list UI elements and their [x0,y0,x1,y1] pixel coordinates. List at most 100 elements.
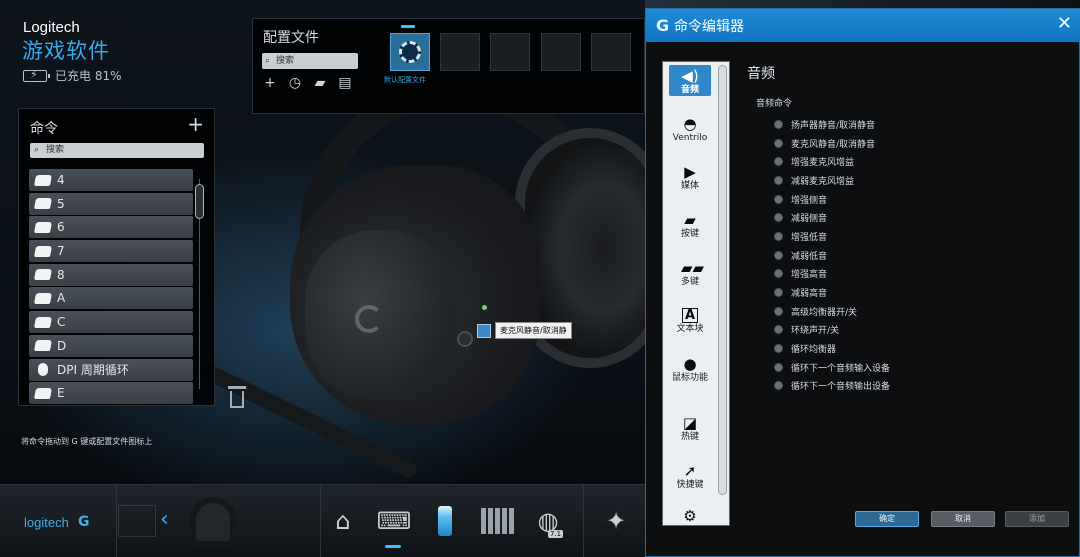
add-icon[interactable]: + [262,75,278,91]
radio-button[interactable] [774,344,783,354]
command-item[interactable]: DPI 周期循环 [29,358,193,381]
arx-control-icon[interactable]: ✦ [598,503,634,539]
radio-button[interactable] [774,175,783,185]
headset-device-icon[interactable] [190,497,236,547]
command-item[interactable]: 5 [29,192,193,215]
audio-command-option[interactable]: 麦克风静音/取消静音 [774,134,890,153]
category-function[interactable]: ⚙ [669,505,711,525]
equalizer-icon[interactable] [479,503,515,539]
radio-button[interactable] [774,269,783,279]
command-editor-dialog: G 命令编辑器 ✕ ◀) 音频 ◓ Ventrilo ▶ 媒体 ▰ 按键 ▰▰ … [645,8,1080,557]
home-icon[interactable]: ⌂ [325,503,361,539]
chevron-left-icon[interactable]: ‹ [160,507,169,532]
audio-command-option[interactable]: 增强麦克风增益 [774,152,890,171]
audio-command-option[interactable]: 减弱高音 [774,283,890,302]
radio-button[interactable] [774,250,783,260]
key-icon [34,292,52,304]
radio-button[interactable] [774,362,783,372]
option-label: 增强低音 [791,232,828,243]
command-item[interactable]: D [29,334,193,357]
radio-button[interactable] [774,157,783,167]
radio-button[interactable] [774,381,783,391]
option-label: 增强侧音 [791,195,828,206]
category-audio[interactable]: ◀) 音频 [669,65,711,96]
key-icon [34,269,52,281]
category-scrollbar[interactable] [718,65,727,495]
battery-tab-icon[interactable] [427,503,463,539]
key-icon [34,387,52,399]
radio-button[interactable] [774,194,783,204]
command-item[interactable]: 7 [29,240,193,263]
option-label: 减弱低音 [791,251,828,262]
command-item[interactable]: 8 [29,263,193,286]
gkey-assignment[interactable]: 麦克风静音/取消静 [477,322,572,339]
category-label: 媒体 [680,181,699,191]
category-media[interactable]: ▶ 媒体 [669,161,711,192]
audio-command-option[interactable]: 循环下一个音频输入设备 [774,358,890,377]
radio-button[interactable] [774,306,783,316]
close-icon[interactable]: ✕ [1057,13,1072,34]
headset-mute-button[interactable] [457,331,473,347]
dialog-title: 命令编辑器 [674,19,744,35]
shortcut-icon: ➚ [683,462,697,480]
command-item[interactable]: E [29,382,193,405]
audio-command-option[interactable]: 减弱低音 [774,246,890,265]
trash-icon[interactable] [228,386,246,408]
profile-slot[interactable] [490,33,530,71]
scrollbar-thumb[interactable] [195,184,204,219]
profile-slot[interactable] [541,33,581,71]
print-icon[interactable]: ▤ [337,75,353,91]
radio-button[interactable] [774,138,783,148]
audio-command-option[interactable]: 减弱侧音 [774,208,890,227]
category-hotkey[interactable]: ◪ 热键 [669,412,711,443]
command-item[interactable]: C [29,311,193,334]
audio-command-option[interactable]: 环绕声开/关 [774,321,890,340]
profile-slot-default[interactable] [390,33,430,71]
profiles-search-input[interactable]: ⌕ 搜索 [262,53,358,69]
gkey-customize-icon[interactable]: ⌨ [376,503,412,539]
command-label: A [57,291,66,306]
background-strip [645,0,1080,8]
radio-button[interactable] [774,288,783,298]
key-icon [34,316,52,328]
audio-command-option[interactable]: 减弱麦克风增益 [774,171,890,190]
category-ventrilo[interactable]: ◓ Ventrilo [669,113,711,144]
profile-slot[interactable] [440,33,480,71]
category-multikey[interactable]: ▰▰ 多键 [669,257,711,288]
play-icon: ▶ [684,163,696,181]
headset-illustration [196,80,645,481]
radio-button[interactable] [774,119,783,129]
add-command-button[interactable]: + [187,114,204,134]
audio-command-option[interactable]: 增强侧音 [774,190,890,209]
keyboard-device-icon[interactable] [118,505,156,537]
radio-button[interactable] [774,231,783,241]
radio-button[interactable] [774,325,783,335]
command-label: 5 [57,196,65,211]
command-item[interactable]: 6 [29,216,193,239]
g-logo-icon: G [78,514,90,530]
radio-button[interactable] [774,213,783,223]
audio-command-option[interactable]: 扬声器静音/取消静音 [774,115,890,134]
category-mouse-function[interactable]: ● 鼠标功能 [669,353,711,384]
category-keystroke[interactable]: ▰ 按键 [669,209,711,240]
command-item[interactable]: A [29,287,193,310]
category-text-block[interactable]: A 文本块 [669,305,711,335]
folder-icon[interactable]: ▰ [312,75,328,91]
audio-command-option[interactable]: 循环均衡器 [774,339,890,358]
cancel-button[interactable]: 取消 [931,511,995,527]
profile-slot[interactable] [591,33,631,71]
add-button[interactable]: 添加 [1005,511,1069,527]
audio-command-option[interactable]: 增强高音 [774,265,890,284]
multikey-icon: ▰▰ [681,259,705,277]
dialog-titlebar[interactable]: G 命令编辑器 ✕ [646,9,1080,42]
ok-button[interactable]: 确定 [855,511,919,527]
audio-command-option[interactable]: 循环下一个音频输出设备 [774,377,890,396]
audio-command-option[interactable]: 高级均衡器开/关 [774,302,890,321]
audio-command-option[interactable]: 增强低音 [774,227,890,246]
category-shortcut[interactable]: ➚ 快捷键 [669,460,711,491]
search-icon: ⌕ [265,56,271,66]
clock-icon[interactable]: ◷ [287,75,303,91]
commands-search-input[interactable]: ⌕ 搜索 [30,143,204,158]
key-icon [34,198,52,210]
command-item[interactable]: 4 [29,169,193,191]
